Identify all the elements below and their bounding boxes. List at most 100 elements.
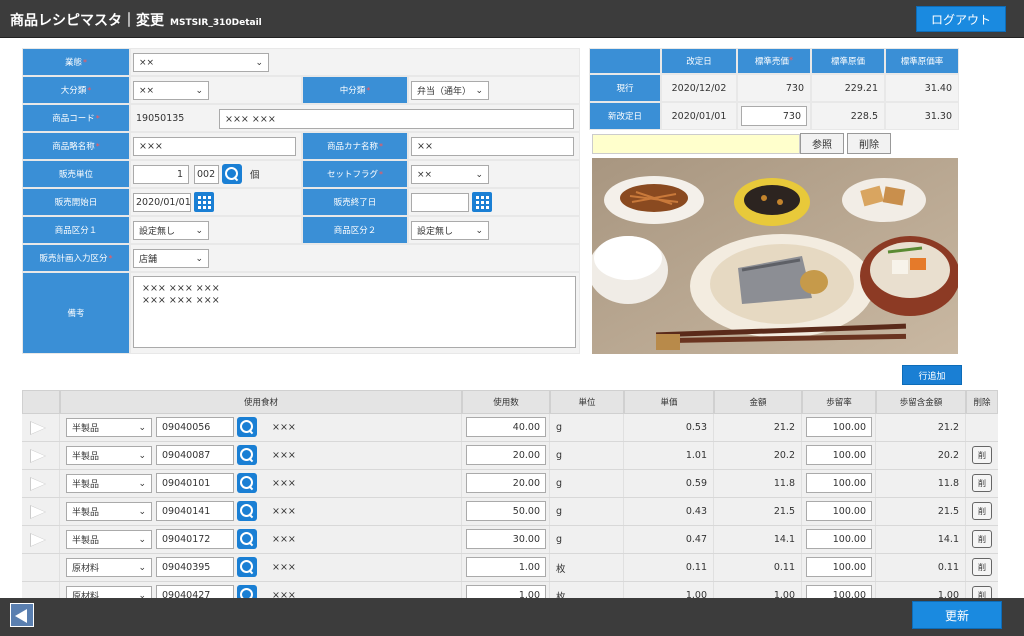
row-code-input[interactable]: 09040087 [156, 445, 234, 465]
price-header-blank [589, 48, 661, 74]
grid-header-unit: 単位 [550, 390, 624, 414]
row-arrow-icon[interactable] [30, 477, 46, 491]
row-yield-input[interactable]: 100.00 [806, 557, 872, 577]
row-qty-input[interactable]: 40.00 [466, 417, 546, 437]
recipe-photo-drawing [592, 158, 958, 354]
search-icon[interactable] [237, 529, 257, 549]
row-yield-input[interactable]: 100.00 [806, 445, 872, 465]
price-header-cost: 標準原価 [811, 48, 885, 74]
kubun1-select[interactable]: 設定無し ⌄ [133, 221, 209, 240]
row-unit: 枚 [550, 554, 624, 581]
row-delete-cell: 削 [966, 554, 998, 581]
row-yield-input[interactable]: 100.00 [806, 417, 872, 437]
row-delete-button[interactable]: 削 [972, 558, 992, 576]
kubun2-label: 商品区分２ [302, 216, 408, 244]
gyotai-value: ×× [139, 57, 155, 68]
chevron-down-icon: ⌄ [195, 85, 203, 96]
row-type-value: 半製品 [72, 536, 100, 546]
add-row-button[interactable]: 行追加 [902, 365, 962, 385]
row-delete-button[interactable]: 削 [972, 474, 992, 492]
row-qty-input[interactable]: 20.00 [466, 473, 546, 493]
search-icon[interactable] [237, 501, 257, 521]
row-yield-input[interactable]: 100.00 [806, 529, 872, 549]
row-amount: 21.5 [714, 498, 802, 525]
row-type-select[interactable]: 半製品 ⌄ [66, 446, 152, 465]
image-path-field[interactable] [592, 134, 800, 154]
calendar-icon[interactable] [194, 192, 214, 212]
biko-label: 備考 [22, 272, 130, 354]
row-code-input[interactable]: 09040101 [156, 473, 234, 493]
row-code-input[interactable]: 09040141 [156, 501, 234, 521]
row-qty-input[interactable]: 30.00 [466, 529, 546, 549]
hanbai-end-input[interactable] [411, 193, 469, 212]
row-delete-button[interactable]: 削 [972, 502, 992, 520]
keikaku-label: 販売計画入力区分 * [22, 244, 130, 272]
chubunrui-select[interactable]: 弁当（通年） ⌄ [411, 81, 489, 100]
row-qty-cell: 40.00 [462, 414, 550, 441]
image-ref-button[interactable]: 参照 [800, 133, 844, 154]
row-code-input[interactable]: 09040056 [156, 417, 234, 437]
row-type-select[interactable]: 半製品 ⌄ [66, 530, 152, 549]
shohin-name-input[interactable]: ××× ××× [219, 109, 574, 129]
search-icon[interactable] [237, 417, 257, 437]
row-ingredient-cell: 半製品 ⌄ 09040101 ××× [60, 470, 462, 497]
row-arrow-icon[interactable] [30, 533, 46, 547]
back-arrow-icon[interactable] [10, 603, 34, 627]
row-unit: g [550, 498, 624, 525]
row-qty-input[interactable]: 50.00 [466, 501, 546, 521]
row-type-select[interactable]: 原材料 ⌄ [66, 558, 152, 577]
search-icon[interactable] [237, 445, 257, 465]
row-code-input[interactable]: 09040172 [156, 529, 234, 549]
row-qty-input[interactable]: 1.00 [466, 557, 546, 577]
row-qty-cell: 20.00 [462, 470, 550, 497]
row-arrow-icon[interactable] [30, 449, 46, 463]
row-arrow-icon[interactable] [30, 421, 46, 435]
row-yield-amount: 11.8 [876, 470, 966, 497]
new-date: 2020/01/01 [661, 102, 737, 130]
set-flag-select[interactable]: ×× ⌄ [411, 165, 489, 184]
new-cost: 228.5 [811, 102, 885, 130]
shohin-code-label: 商品コード * [22, 104, 130, 132]
hanbai-tani-code-input[interactable]: 002 [194, 165, 219, 184]
row-yield-input[interactable]: 100.00 [806, 473, 872, 493]
update-button[interactable]: 更新 [912, 601, 1002, 629]
row-type-select[interactable]: 半製品 ⌄ [66, 502, 152, 521]
chevron-down-icon: ⌄ [255, 57, 263, 68]
chevron-down-icon: ⌄ [138, 534, 146, 545]
ryaku-name-input[interactable]: ××× [133, 137, 296, 156]
row-arrow-icon[interactable] [30, 505, 46, 519]
grid-header-qty: 使用数 [462, 390, 550, 414]
row-delete-cell: 削 [966, 498, 998, 525]
calendar-icon[interactable] [472, 192, 492, 212]
screen-code: MSTSIR_310Detail [170, 18, 262, 28]
row-arrow-cell [22, 414, 60, 441]
row-code-input[interactable]: 09040395 [156, 557, 234, 577]
row-type-select[interactable]: 半製品 ⌄ [66, 474, 152, 493]
row-type-select[interactable]: 半製品 ⌄ [66, 418, 152, 437]
biko-textarea[interactable]: ××× ××× ××× ××× ××× ××× [133, 276, 576, 348]
image-delete-button[interactable]: 削除 [847, 133, 891, 154]
kana-name-input[interactable]: ×× [411, 137, 574, 156]
search-icon[interactable] [237, 473, 257, 493]
keikaku-select[interactable]: 店舗 ⌄ [133, 249, 209, 268]
hanbai-tani-qty-input[interactable]: 1 [133, 165, 189, 184]
current-row-label: 現行 [589, 74, 661, 102]
gyotai-select[interactable]: ×× ⌄ [133, 53, 269, 72]
new-row-label: 新改定日 [589, 102, 661, 130]
new-price-input[interactable]: 730 [741, 106, 807, 126]
app-footer: 更新 [0, 598, 1024, 636]
set-flag-value: ×× [417, 169, 433, 180]
logout-button[interactable]: ログアウト [916, 6, 1006, 32]
row-delete-button[interactable]: 削 [972, 446, 992, 464]
search-icon[interactable] [222, 164, 242, 184]
hanbai-tani-unit: 個 [250, 170, 260, 181]
daibunrui-select[interactable]: ×× ⌄ [133, 81, 209, 100]
row-delete-button[interactable]: 削 [972, 530, 992, 548]
kubun2-select[interactable]: 設定無し ⌄ [411, 221, 489, 240]
hanbai-start-input[interactable]: 2020/01/01 [133, 193, 191, 212]
kubun1-value: 設定無し [139, 227, 176, 237]
search-icon[interactable] [237, 557, 257, 577]
chevron-down-icon: ⌄ [195, 225, 203, 236]
row-yield-input[interactable]: 100.00 [806, 501, 872, 521]
row-qty-input[interactable]: 20.00 [466, 445, 546, 465]
